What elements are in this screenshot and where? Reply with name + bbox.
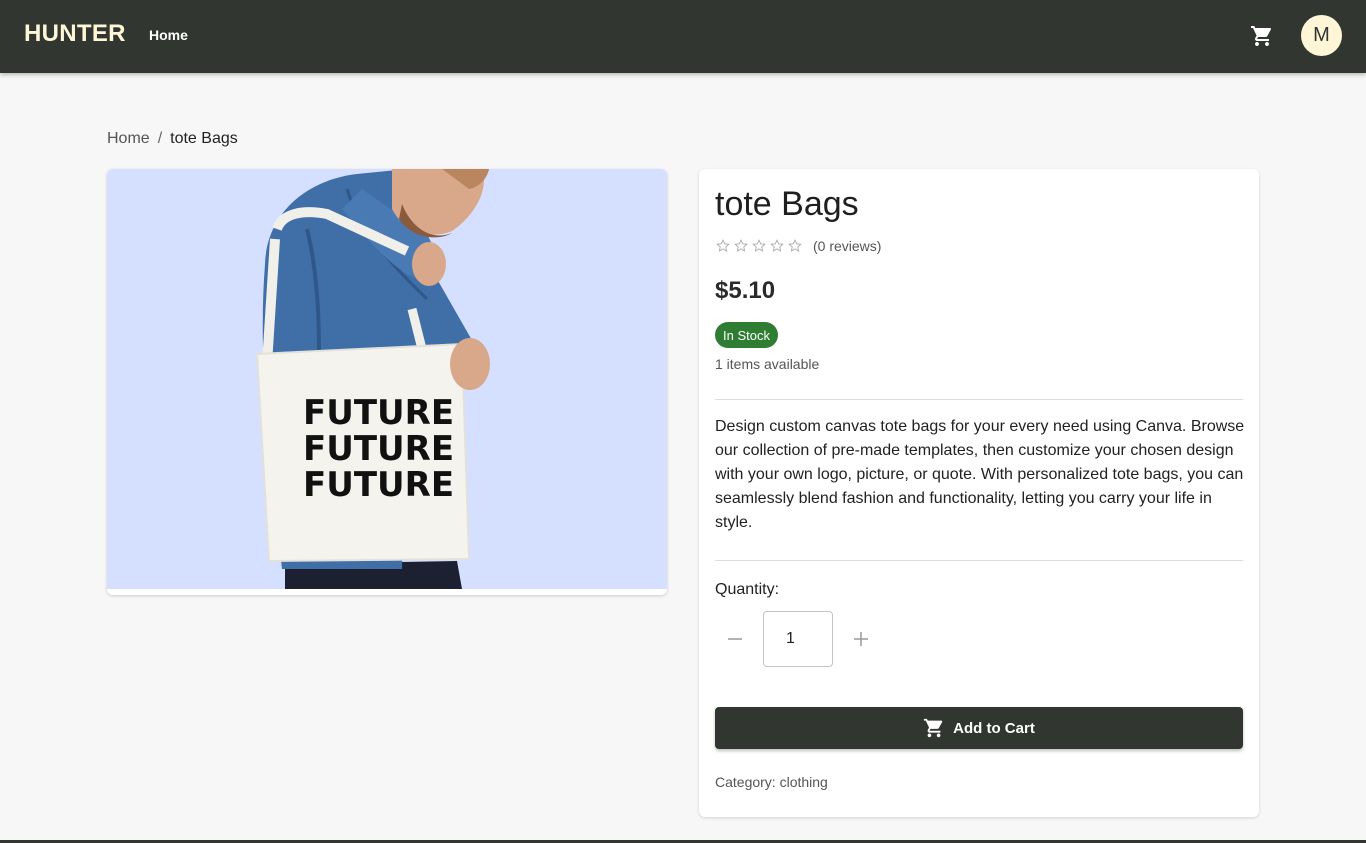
product-category: Category: clothing — [715, 774, 828, 790]
breadcrumb: Home / tote Bags — [107, 130, 238, 148]
tote-print-line-1: FUTURE — [303, 393, 454, 433]
divider — [715, 560, 1243, 561]
plus-icon — [854, 632, 868, 646]
quantity-input[interactable] — [763, 611, 833, 667]
star-outline-icon — [716, 239, 730, 252]
star-outline-icon — [734, 239, 748, 252]
items-available: 1 items available — [715, 356, 820, 372]
quantity-increase-button[interactable] — [841, 624, 881, 654]
product-title: tote Bags — [715, 185, 859, 223]
nav-home-link[interactable]: Home — [149, 27, 188, 43]
tote-print-line-3: FUTURE — [303, 465, 454, 505]
breadcrumb-current: tote Bags — [170, 130, 238, 147]
cart-icon — [1251, 26, 1272, 46]
minus-icon — [728, 638, 742, 640]
star-outline-icon — [770, 239, 784, 252]
add-to-cart-label: Add to Cart — [953, 719, 1035, 737]
star-outline-icon — [788, 239, 802, 252]
review-count: (0 reviews) — [813, 238, 882, 254]
tote-print-line-2: FUTURE — [303, 429, 454, 469]
rating-stars[interactable] — [715, 238, 803, 254]
product-rating: (0 reviews) — [715, 238, 881, 254]
user-avatar[interactable]: M — [1301, 15, 1342, 56]
quantity-decrease-button[interactable] — [715, 624, 755, 654]
brand-logo[interactable]: HUNTER — [24, 20, 126, 48]
breadcrumb-separator: / — [157, 130, 163, 147]
product-info-card: tote Bags (0 reviews) $5.10 In Stock 1 i… — [699, 169, 1259, 817]
app-bar: HUNTER Home M — [0, 0, 1366, 73]
quantity-label: Quantity: — [715, 581, 780, 598]
add-to-cart-button[interactable]: Add to Cart — [715, 707, 1243, 749]
product-description: Design custom canvas tote bags for your … — [715, 418, 1245, 531]
product-image: FUTURE FUTURE FUTURE — [107, 169, 667, 589]
star-outline-icon — [752, 239, 766, 252]
product-image-card: FUTURE FUTURE FUTURE — [107, 169, 667, 595]
stock-badge: In Stock — [715, 322, 778, 348]
breadcrumb-home-link[interactable]: Home — [107, 130, 150, 148]
cart-button[interactable] — [1248, 22, 1276, 50]
divider — [715, 399, 1243, 400]
product-price: $5.10 — [715, 277, 776, 304]
cart-icon — [924, 718, 943, 738]
